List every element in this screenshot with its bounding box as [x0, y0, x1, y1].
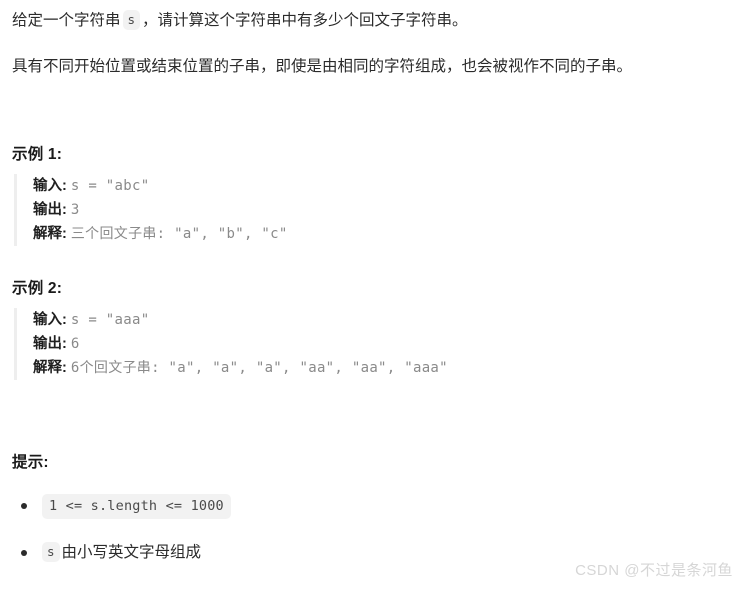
inline-code-chip-s: s: [122, 10, 141, 30]
example-2-input-row: 输入: s = "aaa": [33, 308, 735, 332]
example-2-output-label: 输出:: [33, 336, 67, 352]
intro-text-after-code: ，请计算这个字符串中有多少个回文子字符串。: [142, 12, 468, 29]
problem-description-page: 给定一个字符串 s ，请计算这个字符串中有多少个回文子字符串。 具有不同开始位置或结…: [0, 0, 747, 565]
hint-item-length-constraint: 1 <= s.length <= 1000: [12, 494, 735, 519]
example-2-output-value: 6: [70, 336, 80, 352]
example-1-input-label: 输入:: [33, 178, 67, 194]
example-1-output-row: 输出: 3: [33, 198, 735, 222]
hints-list: 1 <= s.length <= 1000 s 由小写英文字母组成: [12, 494, 735, 565]
intro-paragraph-1: 给定一个字符串 s ，请计算这个字符串中有多少个回文子字符串。: [12, 8, 735, 34]
example-2-heading: 示例 2:: [12, 280, 63, 297]
intro-paragraph-2: 具有不同开始位置或结束位置的子串，即使是由相同的字符组成，也会被视作不同的子串。: [12, 58, 633, 75]
example-2-input-value: s = "aaa": [70, 312, 150, 328]
hint-code-chip-length: 1 <= s.length <= 1000: [42, 494, 231, 519]
example-1-output-label: 输出:: [33, 202, 67, 218]
example-1-heading: 示例 1:: [12, 146, 63, 163]
example-1-block: 输入: s = "abc" 输出: 3 解释: 三个回文子串: "a", "b"…: [14, 174, 735, 246]
intro-text-before-code: 给定一个字符串: [12, 12, 121, 29]
example-2-explanation-label: 解释:: [33, 360, 67, 376]
example-1-explanation-label: 解释:: [33, 226, 67, 242]
hint-charset-text: 由小写英文字母组成: [61, 544, 202, 561]
example-1-input-row: 输入: s = "abc": [33, 174, 735, 198]
example-2-output-row: 输出: 6: [33, 332, 735, 356]
hint-code-chip-s: s: [42, 542, 60, 562]
example-1-output-value: 3: [70, 202, 80, 218]
example-1-input-value: s = "abc": [70, 178, 150, 194]
example-2-explanation-value: 6个回文子串: "a", "a", "a", "aa", "aa", "aaa": [70, 360, 448, 376]
example-2-input-label: 输入:: [33, 312, 67, 328]
example-1-explanation-value: 三个回文子串: "a", "b", "c": [70, 226, 288, 242]
example-1-explanation-row: 解释: 三个回文子串: "a", "b", "c": [33, 222, 735, 246]
hints-heading: 提示:: [12, 454, 49, 471]
example-2-block: 输入: s = "aaa" 输出: 6 解释: 6个回文子串: "a", "a"…: [14, 308, 735, 380]
example-2-explanation-row: 解释: 6个回文子串: "a", "a", "a", "aa", "aa", "…: [33, 356, 735, 380]
csdn-watermark: CSDN @不过是条河鱼: [575, 562, 733, 579]
